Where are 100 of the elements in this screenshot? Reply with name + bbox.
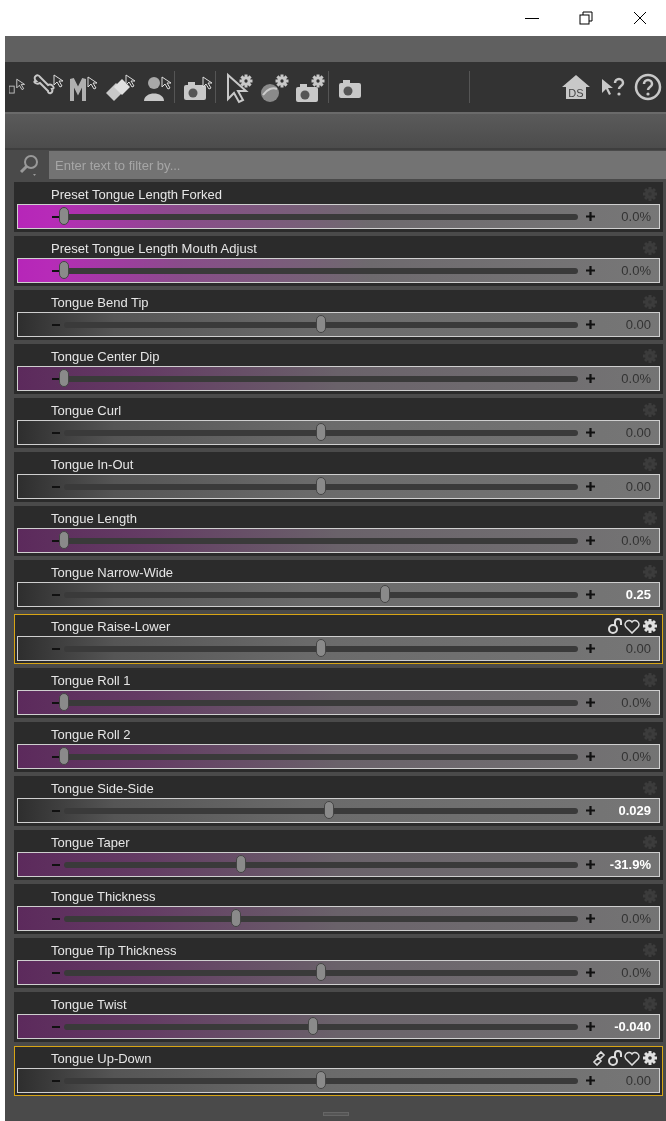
- slider-bar[interactable]: -31.9%: [17, 852, 660, 877]
- plus-icon[interactable]: [586, 536, 595, 545]
- slider-row[interactable]: Tongue Curl 0.00: [14, 398, 663, 448]
- slider-thumb[interactable]: [316, 1070, 326, 1089]
- slider-value[interactable]: 0.00: [607, 641, 651, 656]
- slider-thumb[interactable]: [59, 260, 69, 279]
- minus-icon[interactable]: [52, 917, 60, 920]
- plus-icon[interactable]: [586, 320, 595, 329]
- slider-bar[interactable]: 0.0%: [17, 258, 660, 283]
- plus-icon[interactable]: [586, 806, 595, 815]
- slider-thumb[interactable]: [59, 692, 69, 711]
- slider-row[interactable]: Tongue Up-Down 0.00: [14, 1046, 663, 1096]
- minus-icon[interactable]: [52, 809, 60, 812]
- slider-thumb[interactable]: [59, 368, 69, 387]
- slider-bar[interactable]: 0.25: [17, 582, 660, 607]
- plus-icon[interactable]: [586, 752, 595, 761]
- slider-row[interactable]: Tongue Tip Thickness 0.0%: [14, 938, 663, 988]
- slider-thumb[interactable]: [380, 584, 391, 603]
- slider-row[interactable]: Tongue Length 0.0%: [14, 506, 663, 556]
- slider-row[interactable]: Tongue Twist -0.040: [14, 992, 663, 1042]
- slider-bar[interactable]: 0.0%: [17, 204, 660, 229]
- slider-bar[interactable]: 0.0%: [17, 366, 660, 391]
- minus-icon[interactable]: [52, 485, 60, 488]
- slider-row[interactable]: Tongue Bend Tip 0.00: [14, 290, 663, 340]
- slider-bar[interactable]: 0.0%: [17, 528, 660, 553]
- slider-row[interactable]: Tongue Narrow-Wide 0.25: [14, 560, 663, 610]
- chain-icon[interactable]: [592, 1050, 606, 1066]
- slider-thumb[interactable]: [231, 908, 242, 927]
- slider-value[interactable]: -0.040: [607, 1019, 651, 1034]
- plus-icon[interactable]: [586, 698, 595, 707]
- restore-icon[interactable]: [579, 11, 593, 25]
- slider-value[interactable]: -31.9%: [607, 857, 651, 872]
- minus-icon[interactable]: [52, 323, 60, 326]
- minus-icon[interactable]: [52, 647, 60, 650]
- slider-bar[interactable]: 0.0%: [17, 690, 660, 715]
- slider-row[interactable]: Tongue Raise-Lower 0.00: [14, 614, 663, 664]
- slider-value[interactable]: 0.00: [607, 479, 651, 494]
- plus-icon[interactable]: [586, 482, 595, 491]
- plus-icon[interactable]: [586, 914, 595, 923]
- slider-thumb[interactable]: [316, 422, 326, 441]
- slider-row[interactable]: Preset Tongue Length Mouth Adjust 0.0%: [14, 236, 663, 286]
- minus-icon[interactable]: [52, 593, 60, 596]
- slider-bar[interactable]: 0.00: [17, 636, 660, 661]
- slider-value[interactable]: 0.0%: [607, 371, 651, 386]
- minus-icon[interactable]: [52, 971, 60, 974]
- slider-row[interactable]: Tongue Side-Side 0.029: [14, 776, 663, 826]
- slider-row[interactable]: Tongue Thickness 0.0%: [14, 884, 663, 934]
- lock-icon[interactable]: [608, 1050, 622, 1066]
- plus-icon[interactable]: [586, 266, 595, 275]
- lock-icon[interactable]: [608, 618, 622, 634]
- slider-thumb[interactable]: [316, 476, 326, 495]
- slider-bar[interactable]: 0.0%: [17, 960, 660, 985]
- slider-row[interactable]: Tongue Roll 1 0.0%: [14, 668, 663, 718]
- slider-bar[interactable]: 0.029: [17, 798, 660, 823]
- close-icon[interactable]: [633, 11, 647, 25]
- slider-value[interactable]: 0.00: [607, 317, 651, 332]
- heart-icon[interactable]: [624, 1050, 640, 1066]
- slider-value[interactable]: 0.0%: [607, 911, 651, 926]
- slider-value[interactable]: 0.0%: [607, 533, 651, 548]
- gear-icon[interactable]: [642, 1050, 658, 1066]
- slider-value[interactable]: 0.0%: [607, 965, 651, 980]
- plus-icon[interactable]: [586, 212, 595, 221]
- slider-row[interactable]: Tongue Taper -31.9%: [14, 830, 663, 880]
- slider-value[interactable]: 0.00: [607, 1073, 651, 1088]
- plus-icon[interactable]: [586, 428, 595, 437]
- slider-bar[interactable]: 0.00: [17, 420, 660, 445]
- slider-bar[interactable]: 0.00: [17, 474, 660, 499]
- slider-value[interactable]: 0.25: [607, 587, 651, 602]
- slider-thumb[interactable]: [59, 530, 69, 549]
- slider-bar[interactable]: 0.00: [17, 1068, 660, 1093]
- slider-row[interactable]: Tongue In-Out 0.00: [14, 452, 663, 502]
- plus-icon[interactable]: [586, 860, 595, 869]
- slider-thumb[interactable]: [308, 1016, 319, 1035]
- slider-thumb[interactable]: [316, 314, 326, 333]
- minus-icon[interactable]: [52, 431, 60, 434]
- slider-thumb[interactable]: [323, 800, 334, 819]
- minus-icon[interactable]: [52, 1025, 60, 1028]
- slider-bar[interactable]: 0.0%: [17, 744, 660, 769]
- slider-value[interactable]: 0.029: [607, 803, 651, 818]
- plus-icon[interactable]: [586, 374, 595, 383]
- slider-bar[interactable]: 0.00: [17, 312, 660, 337]
- slider-thumb[interactable]: [59, 746, 69, 765]
- slider-thumb[interactable]: [236, 854, 247, 873]
- slider-thumb[interactable]: [316, 638, 326, 657]
- slider-value[interactable]: 0.0%: [607, 749, 651, 764]
- plus-icon[interactable]: [586, 1076, 595, 1085]
- slider-value[interactable]: 0.0%: [607, 209, 651, 224]
- plus-icon[interactable]: [586, 1022, 595, 1031]
- plus-icon[interactable]: [586, 968, 595, 977]
- slider-value[interactable]: 0.00: [607, 425, 651, 440]
- slider-value[interactable]: 0.0%: [607, 695, 651, 710]
- slider-row[interactable]: Preset Tongue Length Forked 0.0%: [14, 182, 663, 232]
- slider-thumb[interactable]: [59, 206, 69, 225]
- minus-icon[interactable]: [52, 1079, 60, 1082]
- gear-icon[interactable]: [642, 618, 658, 634]
- slider-bar[interactable]: 0.0%: [17, 906, 660, 931]
- slider-value[interactable]: 0.0%: [607, 263, 651, 278]
- heart-icon[interactable]: [624, 618, 640, 634]
- slider-bar[interactable]: -0.040: [17, 1014, 660, 1039]
- slider-thumb[interactable]: [316, 962, 326, 981]
